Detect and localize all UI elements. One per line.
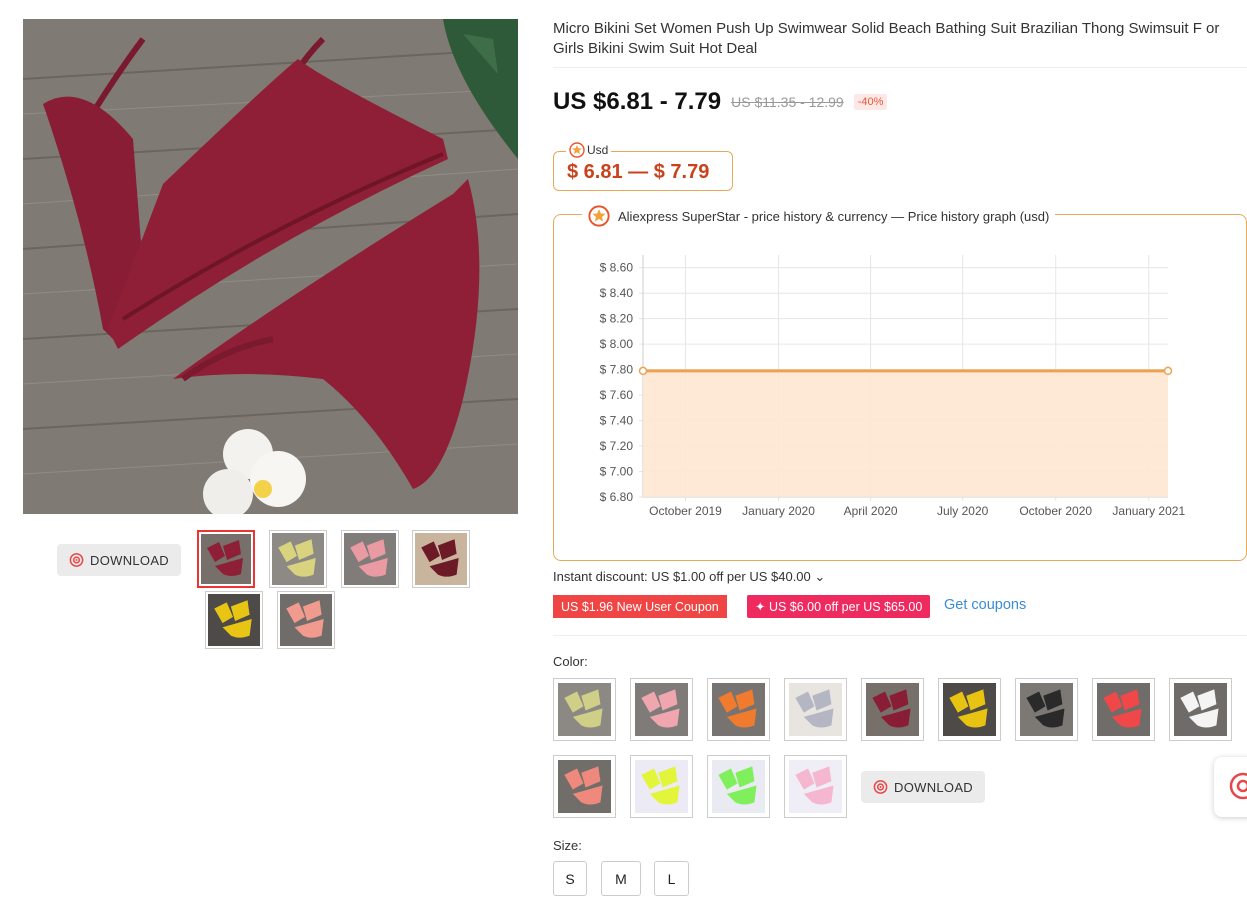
divider [553,635,1247,636]
size-label: Size: [553,838,582,853]
size-option-m[interactable]: M [601,861,641,896]
swatch-image [635,760,688,813]
swatch-image [201,534,251,584]
swatch-image [789,760,842,813]
color-option[interactable] [784,755,847,818]
swatch-image [1097,683,1150,736]
color-option[interactable] [630,678,693,741]
swatch-image [208,594,260,646]
x-tick-label: October 2020 [1019,504,1092,518]
y-tick-label: $ 8.60 [600,261,634,275]
swatch-image [1020,683,1073,736]
x-tick-label: January 2020 [742,504,815,518]
color-option[interactable] [707,678,770,741]
color-option[interactable] [938,678,1001,741]
main-product-image[interactable] [23,19,518,514]
x-tick-label: April 2020 [844,504,898,518]
color-download-button[interactable]: DOWNLOAD [861,771,985,803]
swatch-image [558,683,611,736]
color-option[interactable] [784,678,847,741]
product-photo [23,19,518,514]
price-history-chart: $ 8.60 $ 8.40 $ 8.20 $ 8.00 $ 7.80 $ 7.60 $ 7.… [600,255,1185,518]
y-tick-label: $ 7.60 [600,388,634,402]
color-option[interactable] [1092,678,1155,741]
currency-tag: Usd [566,142,612,158]
y-tick-label: $ 7.40 [600,414,634,428]
price-row: US $6.81 - 7.79 US $11.35 - 12.99 -40% [553,88,888,116]
product-title: Micro Bikini Set Women Push Up Swimwear … [553,20,1220,57]
swatch-image [943,683,996,736]
x-tick-label: July 2020 [937,504,989,518]
floating-helper-widget[interactable] [1214,757,1247,817]
gallery-thumbnail[interactable] [205,591,263,649]
color-option[interactable] [1015,678,1078,741]
discount-badge: -40% [853,94,888,110]
download-label: DOWNLOAD [90,552,169,568]
gallery-thumbnail[interactable] [197,530,255,588]
x-tick-label: January 2021 [1112,504,1185,518]
y-tick-label: $ 8.20 [600,312,634,326]
swatch-image [272,533,324,585]
price-history-panel: Aliexpress SuperStar - price history & c… [553,205,1247,561]
color-option[interactable] [861,678,924,741]
target-icon [69,553,84,567]
get-coupons-link[interactable]: Get coupons [944,597,1026,613]
y-tick-label: $ 7.80 [600,363,634,377]
size-option-l[interactable]: L [654,861,689,896]
swatch-image [415,533,467,585]
swatch-image [789,683,842,736]
color-option[interactable] [1169,678,1232,741]
currency-range: $ 6.81 — $ 7.79 [567,161,710,183]
color-option[interactable] [553,678,616,741]
currency-tag-label: Usd [587,143,609,157]
superstar-icon [569,142,585,158]
swatch-image [866,683,919,736]
series-area [643,370,1168,497]
data-point [638,366,648,376]
color-option[interactable] [553,755,616,818]
store-coupon[interactable]: ✦ US $6.00 off per US $65.00 [747,595,931,618]
new-user-coupon[interactable]: US $1.96 New User Coupon [553,595,727,618]
y-tick-label: $ 7.00 [600,465,634,479]
gallery-thumbnail[interactable] [341,530,399,588]
instant-discount[interactable]: Instant discount: US $1.00 off per US $4… [553,569,825,585]
swatch-image [712,760,765,813]
swatch-image [280,594,332,646]
divider [553,67,1247,68]
swatch-image [344,533,396,585]
y-tick-label: $ 8.40 [600,286,634,300]
color-option[interactable] [707,755,770,818]
swatch-image [635,683,688,736]
y-tick-label: $ 6.80 [600,490,634,504]
swatch-image [1174,683,1227,736]
gallery-thumbnail[interactable] [277,591,335,649]
data-point [1163,366,1173,376]
swatch-image [712,683,765,736]
currency-price-box: Usd $ 6.81 — $ 7.79 [553,142,733,191]
color-label: Color: [553,654,588,669]
current-price: US $6.81 - 7.79 [553,88,722,115]
original-price: US $11.35 - 12.99 [731,94,844,110]
target-icon [873,780,888,794]
y-tick-label: $ 8.00 [600,337,634,351]
y-tick-label: $ 7.20 [600,439,634,453]
swatch-image [558,760,611,813]
download-label: DOWNLOAD [894,779,973,795]
gallery-thumbnail[interactable] [412,530,470,588]
color-option[interactable] [630,755,693,818]
gallery-thumbnail[interactable] [269,530,327,588]
target-icon [1229,772,1247,800]
size-option-s[interactable]: S [553,861,587,896]
x-tick-label: October 2019 [649,504,722,518]
image-download-button[interactable]: DOWNLOAD [57,544,181,576]
